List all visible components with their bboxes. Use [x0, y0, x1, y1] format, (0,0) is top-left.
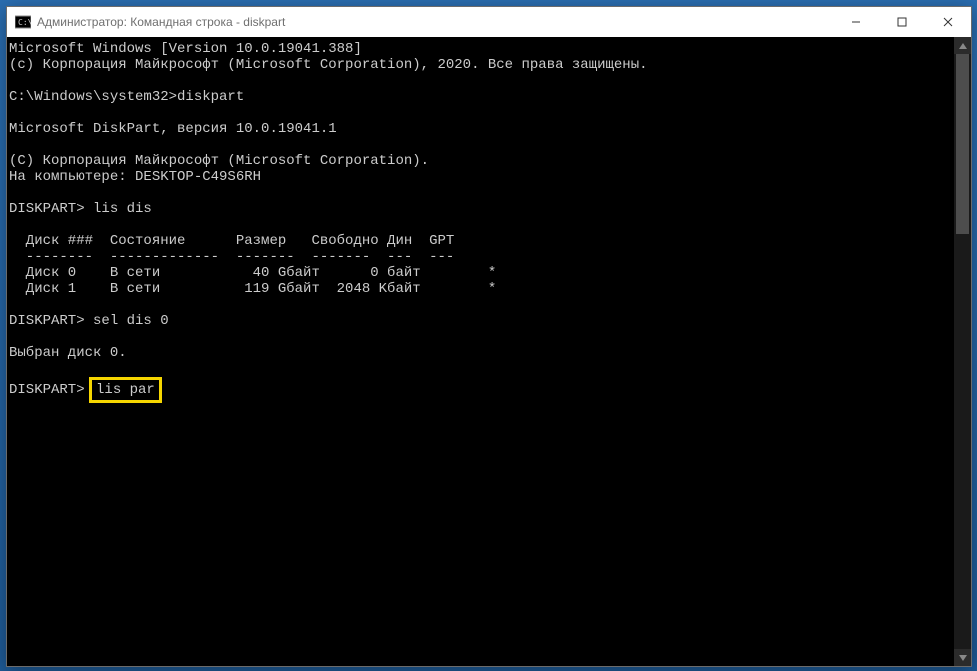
console-line: (c) Корпорация Майкрософт (Microsoft Cor… — [9, 57, 969, 73]
highlighted-command: lis par — [89, 377, 162, 403]
console-line: DISKPART> sel dis 0 — [9, 313, 969, 329]
diskpart-prompt: DISKPART> — [9, 382, 93, 398]
console-line: Выбран диск 0. — [9, 345, 969, 361]
app-icon: C:\ — [15, 14, 31, 30]
window-controls — [833, 7, 971, 37]
close-button[interactable] — [925, 7, 971, 37]
scroll-down-arrow[interactable] — [954, 649, 971, 666]
console-line — [9, 185, 969, 201]
maximize-button[interactable] — [879, 7, 925, 37]
scroll-up-arrow[interactable] — [954, 37, 971, 54]
scroll-thumb[interactable] — [956, 54, 969, 234]
scroll-track[interactable] — [954, 54, 971, 649]
console-line: DISKPART> lis dis — [9, 201, 969, 217]
console-prompt-line: DISKPART> lis par — [9, 377, 969, 403]
cmd-window: C:\ Администратор: Командная строка - di… — [6, 6, 972, 667]
console-line: Microsoft Windows [Version 10.0.19041.38… — [9, 41, 969, 57]
svg-text:C:\: C:\ — [18, 18, 31, 27]
desktop-background: C:\ Администратор: Командная строка - di… — [0, 0, 977, 671]
console-line — [9, 297, 969, 313]
minimize-button[interactable] — [833, 7, 879, 37]
window-title: Администратор: Командная строка - diskpa… — [37, 15, 285, 29]
console-line — [9, 361, 969, 377]
console-line — [9, 137, 969, 153]
console-line — [9, 329, 969, 345]
console-line: (C) Корпорация Майкрософт (Microsoft Cor… — [9, 153, 969, 169]
console-line — [9, 105, 969, 121]
console-line: C:\Windows\system32>diskpart — [9, 89, 969, 105]
console-line: Microsoft DiskPart, версия 10.0.19041.1 — [9, 121, 969, 137]
console-line — [9, 73, 969, 89]
console-line: Диск 1 В сети 119 Gбайт 2048 Kбайт * — [9, 281, 969, 297]
console-line: -------- ------------- ------- ------- -… — [9, 249, 969, 265]
titlebar[interactable]: C:\ Администратор: Командная строка - di… — [7, 7, 971, 37]
console-output[interactable]: Microsoft Windows [Version 10.0.19041.38… — [7, 37, 971, 666]
console-line — [9, 217, 969, 233]
console-line: Диск ### Состояние Размер Свободно Дин G… — [9, 233, 969, 249]
console-line: На компьютере: DESKTOP-C49S6RH — [9, 169, 969, 185]
vertical-scrollbar[interactable] — [954, 37, 971, 666]
console-line: Диск 0 В сети 40 Gбайт 0 байт * — [9, 265, 969, 281]
